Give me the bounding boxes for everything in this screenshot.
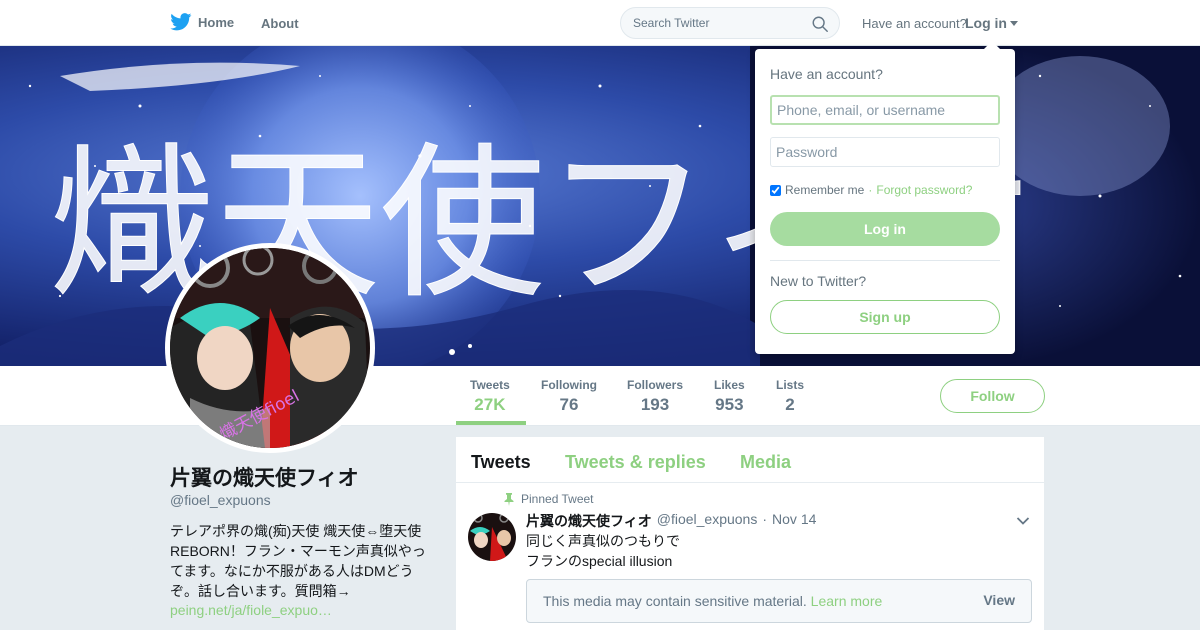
stat-tweets[interactable]: Tweets 27K: [470, 378, 510, 415]
tweet-header: 片翼の熾天使フィオ @fioel_expuons · Nov 14: [526, 511, 816, 531]
stat-likes[interactable]: Likes 953: [714, 378, 745, 415]
username-field[interactable]: [770, 95, 1000, 125]
remember-row: Remember me · Forgot password?: [770, 183, 972, 197]
pinned-label-text: Pinned Tweet: [521, 492, 594, 506]
active-stat-underline: [456, 421, 526, 425]
tab-tweets[interactable]: Tweets: [471, 452, 531, 473]
avatar-image: 熾天使fioel: [170, 248, 370, 448]
login-button[interactable]: Log in: [770, 212, 1000, 246]
timeline: Tweets Tweets & replies Media Pinned Twe…: [456, 437, 1044, 630]
profile-bio: テレアポ界の熾(痴)天使 熾天使⇔堕天使 REBORN！フラン・マーモン声真似や…: [170, 521, 432, 601]
separator-dot: ·: [868, 183, 873, 197]
follow-button[interactable]: Follow: [940, 379, 1045, 413]
stat-lists[interactable]: Lists 2: [776, 378, 804, 415]
stat-label: Following: [541, 378, 597, 392]
bio-line: REBORN！フラン・マーモン声真似やっ: [170, 543, 426, 559]
stat-label: Lists: [776, 378, 805, 392]
sensitive-message: This media may contain sensitive materia…: [543, 593, 807, 609]
profile-name: 片翼の熾天使フィオ: [170, 467, 359, 490]
forgot-password-link[interactable]: Forgot password?: [876, 183, 972, 197]
stat-value: 27K: [474, 395, 506, 414]
tweet-author-handle[interactable]: @fioel_expuons: [657, 511, 758, 531]
tweet-line: 同じく声真似のつもりで: [526, 533, 680, 549]
search-input[interactable]: [621, 8, 839, 38]
pin-icon: [504, 492, 514, 506]
remember-me-checkbox[interactable]: [770, 184, 781, 196]
stat-label: Tweets: [470, 378, 510, 392]
stat-following[interactable]: Following 76: [541, 378, 597, 415]
signup-button[interactable]: Sign up: [770, 300, 1000, 334]
stat-value: 193: [640, 395, 670, 414]
stat-value: 953: [715, 395, 744, 414]
profile-handle: @fioel_expuons: [170, 492, 271, 508]
stat-followers[interactable]: Followers 193: [627, 378, 683, 415]
dropdown-title: Have an account?: [770, 66, 883, 82]
tweet-line: フランのspecial illusion: [526, 553, 673, 569]
stat-label: Followers: [627, 378, 684, 392]
stat-value: 2: [785, 395, 795, 414]
remember-me-label[interactable]: Remember me: [785, 183, 864, 197]
password-field[interactable]: [770, 137, 1000, 167]
tab-media[interactable]: Media: [740, 452, 791, 473]
chevron-down-icon: [1010, 20, 1018, 26]
sensitive-media-notice: This media may contain sensitive materia…: [526, 579, 1032, 623]
tweet-date[interactable]: Nov 14: [772, 511, 816, 531]
timeline-tabs: Tweets Tweets & replies Media: [456, 437, 1044, 483]
top-nav: Home About Have an account? Log in: [0, 0, 1200, 46]
profile-bio-link[interactable]: peing.net/ja/fiole_expuo…: [170, 602, 332, 618]
new-to-twitter-text: New to Twitter?: [770, 273, 867, 289]
sensitive-notice-text: This media may contain sensitive materia…: [543, 593, 882, 609]
search-box: [620, 7, 840, 39]
profile-avatar[interactable]: 熾天使fioel: [165, 243, 375, 453]
divider: [770, 260, 1000, 261]
tweet-author-name[interactable]: 片翼の熾天使フィオ: [526, 511, 652, 531]
stat-value: 76: [559, 395, 579, 414]
nav-home-label: Home: [198, 14, 235, 30]
stat-label: Likes: [714, 378, 745, 392]
nav-about-link[interactable]: About: [261, 16, 299, 31]
bio-line: てます。なにか不服がある人はDMどう: [170, 563, 414, 579]
login-dropdown: Have an account? Remember me · Forgot pa…: [755, 41, 1015, 354]
learn-more-link[interactable]: Learn more: [811, 593, 883, 609]
tweet-separator: ·: [762, 511, 768, 527]
tweet-avatar[interactable]: [468, 513, 516, 561]
chevron-down-icon[interactable]: [1016, 514, 1030, 528]
have-account-text: Have an account?: [862, 16, 967, 31]
nav-home-link[interactable]: Home: [170, 13, 234, 31]
tab-tweets-replies[interactable]: Tweets & replies: [565, 452, 706, 473]
view-media-button[interactable]: View: [983, 592, 1015, 608]
pinned-tweet-label: Pinned Tweet: [504, 492, 594, 506]
tweet-text: 同じく声真似のつもりで フランのspecial illusion: [526, 531, 680, 571]
login-dropdown-toggle[interactable]: Log in: [965, 15, 1018, 31]
twitter-bird-icon: [170, 13, 192, 31]
bio-line: テレアポ界の熾(痴)天使 熾天使⇔堕天使: [170, 523, 422, 539]
login-toggle-label: Log in: [965, 15, 1007, 31]
bio-line: ぞ。話し合います。質問箱→: [170, 583, 351, 599]
search-icon[interactable]: [811, 15, 829, 33]
